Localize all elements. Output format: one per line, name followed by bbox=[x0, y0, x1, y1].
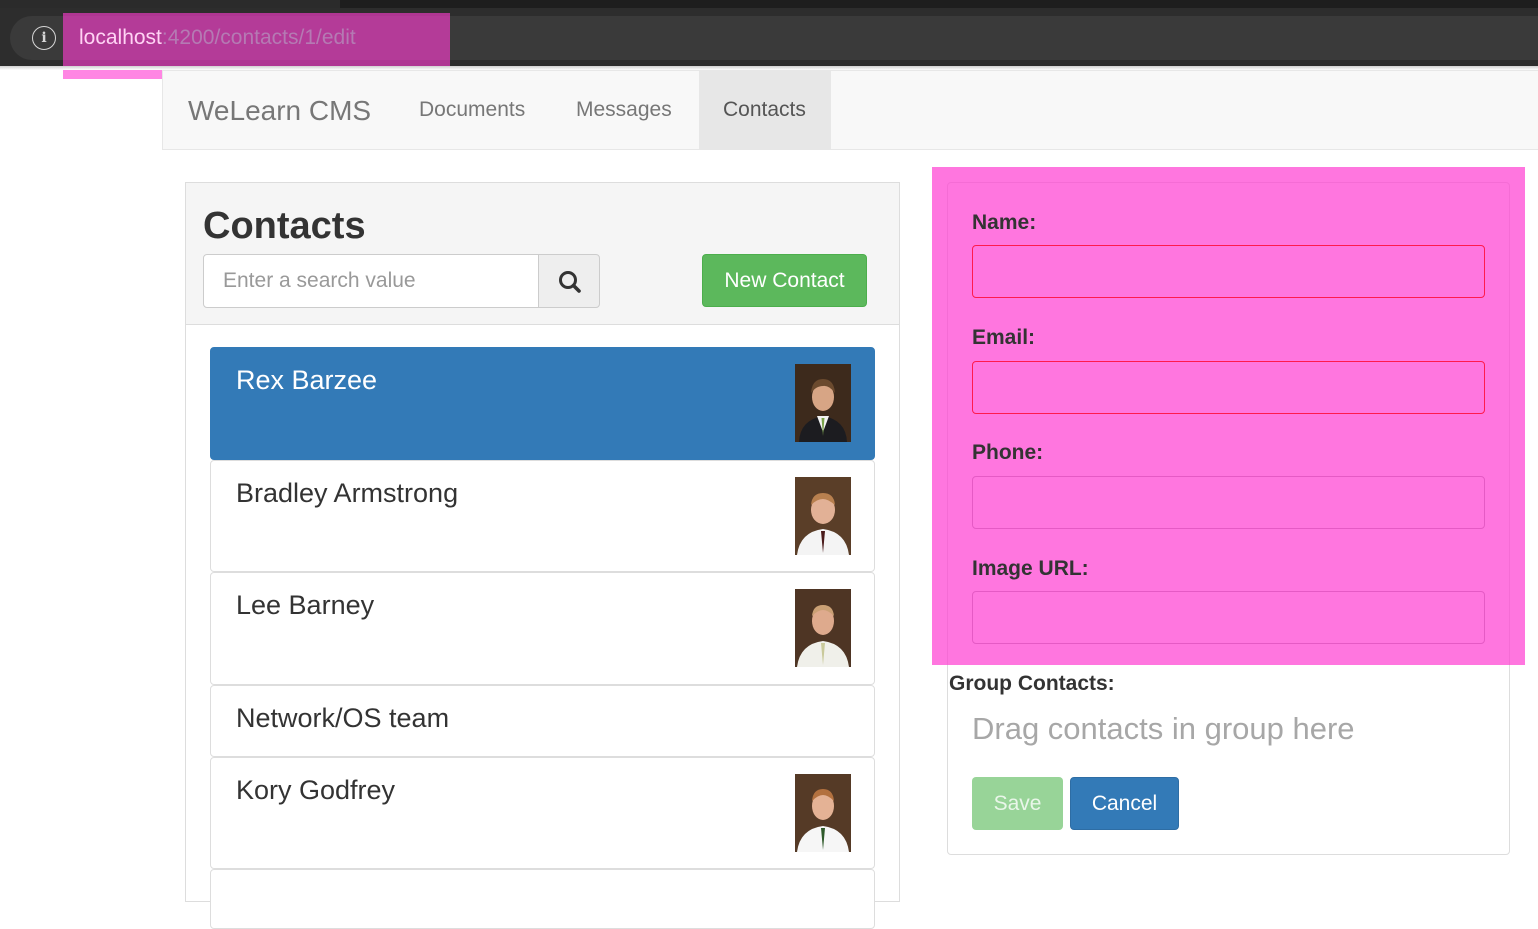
save-button[interactable]: Save bbox=[972, 777, 1063, 830]
contacts-panel-heading: Contacts New Contact bbox=[186, 183, 899, 325]
contact-avatar bbox=[795, 589, 851, 667]
search-input[interactable] bbox=[203, 254, 539, 308]
nav-messages[interactable]: Messages bbox=[552, 71, 696, 149]
contact-avatar bbox=[795, 477, 851, 555]
info-icon[interactable]: i bbox=[32, 26, 56, 50]
contact-item-rex-barzee[interactable]: Rex Barzee bbox=[210, 347, 875, 460]
top-navbar: WeLearn CMS Documents Messages Contacts bbox=[162, 70, 1538, 150]
contact-item-lee-barney[interactable]: Lee Barney bbox=[210, 572, 875, 685]
name-field[interactable] bbox=[972, 245, 1485, 298]
nav-contacts[interactable]: Contacts bbox=[699, 71, 831, 149]
contact-name: Bradley Armstrong bbox=[236, 478, 459, 508]
contact-item-kory-godfrey[interactable]: Kory Godfrey bbox=[210, 757, 875, 869]
contacts-title: Contacts bbox=[203, 205, 366, 247]
new-contact-button[interactable]: New Contact bbox=[702, 254, 867, 307]
contact-item-bradley-armstrong[interactable]: Bradley Armstrong bbox=[210, 460, 875, 572]
image-url-field[interactable] bbox=[972, 591, 1485, 644]
contact-name: Rex Barzee bbox=[236, 365, 378, 395]
url-host: localhost bbox=[79, 26, 162, 49]
contact-avatar bbox=[795, 364, 851, 442]
phone-label: Phone: bbox=[972, 441, 1044, 464]
browser-tab-shade bbox=[0, 0, 340, 8]
group-drop-zone[interactable]: Drag contacts in group here bbox=[972, 711, 1355, 747]
browser-tab-strip bbox=[0, 0, 1538, 8]
search-button[interactable] bbox=[538, 254, 600, 308]
contact-item-partial[interactable] bbox=[210, 869, 875, 929]
contact-name: Kory Godfrey bbox=[236, 775, 396, 805]
nav-documents[interactable]: Documents bbox=[395, 71, 549, 149]
contact-item-network-os-team[interactable]: Network/OS team bbox=[210, 685, 875, 757]
address-url[interactable]: localhost:4200/contacts/1/edit bbox=[79, 24, 356, 52]
navbar-brand[interactable]: WeLearn CMS bbox=[188, 95, 371, 127]
url-path: :4200/contacts/1/edit bbox=[161, 26, 356, 49]
email-label: Email: bbox=[972, 326, 1036, 349]
contact-name: Lee Barney bbox=[236, 590, 375, 620]
cancel-button[interactable]: Cancel bbox=[1070, 777, 1179, 830]
email-field[interactable] bbox=[972, 361, 1485, 414]
search-icon bbox=[559, 271, 581, 293]
image-url-label: Image URL: bbox=[972, 557, 1089, 580]
contact-name: Network/OS team bbox=[236, 703, 450, 733]
group-contacts-label: Group Contacts: bbox=[949, 672, 1115, 695]
contact-avatar bbox=[795, 774, 851, 852]
phone-field[interactable] bbox=[972, 476, 1485, 529]
contacts-panel: Contacts New Contact Rex Barzee Bradley … bbox=[185, 182, 900, 929]
name-label: Name: bbox=[972, 211, 1037, 234]
